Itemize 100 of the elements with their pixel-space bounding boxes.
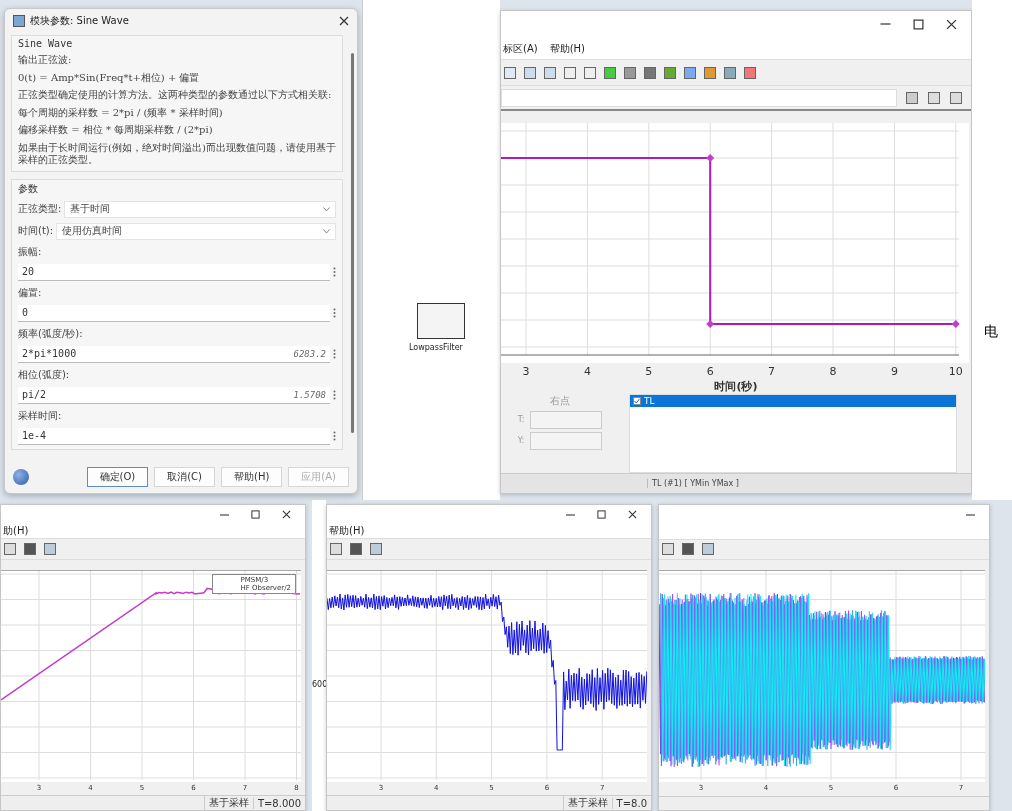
status-text: T=8.0 xyxy=(611,797,651,809)
description-text: 如果由于长时间运行(例如，绝对时间溢出)而出现数值问题，请使用基于采样的正弦类型。 xyxy=(18,141,336,167)
toolbar-icon[interactable] xyxy=(623,65,637,80)
menu-item[interactable]: 助(H) xyxy=(3,524,29,539)
field-label: 偏置: xyxy=(18,285,43,300)
input-field[interactable] xyxy=(530,410,603,429)
input-field[interactable]: 1e-4 xyxy=(18,427,330,445)
toolbar-icon[interactable] xyxy=(603,65,617,80)
dropdown[interactable]: 使用仿真时间 xyxy=(56,222,336,240)
close-icon[interactable] xyxy=(946,19,957,30)
close-icon[interactable] xyxy=(628,510,637,520)
close-icon[interactable] xyxy=(339,16,349,26)
toolbar-icon[interactable] xyxy=(743,65,757,80)
more-icon[interactable] xyxy=(333,431,336,441)
axis-label: 时间(秒) xyxy=(714,378,758,394)
status-text: 基于采样 xyxy=(562,796,612,810)
toolbar-icon[interactable] xyxy=(369,542,383,557)
dialog-title: 模块参数: Sine Wave xyxy=(30,14,130,28)
checkbox-icon[interactable] xyxy=(633,396,641,405)
status-text: TL (#1) [ YMin YMax ] xyxy=(647,478,739,488)
status-text: 基于采样 xyxy=(203,796,253,810)
dialog-button[interactable]: 取消(C) xyxy=(154,467,215,487)
field-label: 相位(弧度): xyxy=(18,367,71,382)
toolbar-icon[interactable] xyxy=(701,542,715,557)
more-icon[interactable] xyxy=(333,349,336,359)
chevron-down-icon[interactable] xyxy=(323,228,330,234)
chevron-down-icon[interactable] xyxy=(323,206,330,212)
description-text: 偏移采样数 = 相位 * 每周期采样数 / (2*pi) xyxy=(18,124,214,137)
description-text: 每个周期的采样数 = 2*pi / (频率 * 采样时间) xyxy=(18,106,224,119)
dialog-button[interactable]: 帮助(H) xyxy=(221,467,283,487)
dropdown-field[interactable] xyxy=(501,88,897,107)
help-icon[interactable] xyxy=(13,469,29,485)
more-icon[interactable] xyxy=(333,267,336,277)
toolbar-icon[interactable] xyxy=(723,65,737,80)
toolbar-icon[interactable] xyxy=(43,542,57,557)
field-label: 振幅: xyxy=(18,244,43,259)
toolbar-icon[interactable] xyxy=(683,65,697,80)
toolbar-icon[interactable] xyxy=(927,90,941,105)
toolbar-icon[interactable] xyxy=(523,65,537,80)
block-icon xyxy=(13,15,25,27)
toolbar-icon[interactable] xyxy=(703,65,717,80)
more-icon[interactable] xyxy=(333,390,336,400)
maximize-icon[interactable] xyxy=(251,510,260,520)
signal-label: TL xyxy=(644,395,655,406)
toolbar-icon[interactable] xyxy=(543,65,557,80)
filter-block[interactable] xyxy=(417,303,465,339)
status-text: T=8.000 xyxy=(252,797,305,809)
menu-item[interactable]: 帮助(H) xyxy=(329,524,365,539)
field-label: 正弦类型: xyxy=(18,202,62,216)
axis-tick-label: 6 xyxy=(706,365,714,379)
toolbar-icon[interactable] xyxy=(3,542,17,557)
maximize-icon[interactable] xyxy=(913,19,924,30)
toolbar-icon[interactable] xyxy=(329,542,343,557)
toolbar-icon[interactable] xyxy=(23,542,37,557)
input-field[interactable]: pi/2 1.5708 xyxy=(18,386,330,404)
input-field[interactable]: 0 xyxy=(18,304,330,322)
axis-tick-label: 5 xyxy=(645,365,653,379)
axis-tick-label: 4 xyxy=(583,365,591,379)
axis-tick-label: 3 xyxy=(522,365,530,379)
input-field[interactable]: 20 xyxy=(18,263,330,281)
input-field[interactable]: 2*pi*1000 6283.2 xyxy=(18,345,330,363)
minimize-icon[interactable] xyxy=(966,513,975,516)
group-title: 参数 xyxy=(18,181,39,196)
menu-item[interactable]: 帮助(H) xyxy=(549,41,585,56)
canvas-text: 电 xyxy=(984,323,998,341)
block-label: LowpassFilter xyxy=(409,343,463,352)
toolbar-icon[interactable] xyxy=(661,542,675,557)
dropdown[interactable]: 基于时间 xyxy=(64,200,336,218)
group-title: Sine Wave xyxy=(18,38,74,49)
description-text: 正弦类型确定使用的计算方法。这两种类型的参数通过以下方式相关联: xyxy=(18,89,333,102)
minimize-icon[interactable] xyxy=(880,23,891,26)
scrollbar[interactable] xyxy=(351,53,354,433)
more-icon[interactable] xyxy=(333,308,336,318)
close-icon[interactable] xyxy=(282,510,291,520)
description-text: 输出正弦波: xyxy=(18,54,73,67)
field-label: Y: xyxy=(517,436,525,446)
axis-tick-label: 7 xyxy=(768,365,776,379)
toolbar-icon[interactable] xyxy=(681,542,695,557)
field-label: T: xyxy=(517,415,525,425)
toolbar-icon[interactable] xyxy=(563,65,577,80)
input-field[interactable] xyxy=(530,431,603,450)
minimize-icon[interactable] xyxy=(566,513,575,516)
toolbar-icon[interactable] xyxy=(643,65,657,80)
toolbar-icon[interactable] xyxy=(349,542,363,557)
dialog-button[interactable]: 确定(O) xyxy=(86,467,149,487)
minimize-icon[interactable] xyxy=(220,513,229,516)
menu-item[interactable]: 标区(A) xyxy=(503,41,538,56)
cursor-heading: 右点 xyxy=(550,393,570,408)
toolbar-icon[interactable] xyxy=(949,90,963,105)
field-label: 时间(t): xyxy=(18,224,54,238)
axis-tick-label: 10 xyxy=(948,365,963,379)
toolbar-icon[interactable] xyxy=(503,65,517,80)
toolbar-icon[interactable] xyxy=(583,65,597,80)
maximize-icon[interactable] xyxy=(597,510,606,520)
field-label: 采样时间: xyxy=(18,408,63,423)
field-label: 频率(弧度/秒): xyxy=(18,326,84,341)
signal-item[interactable]: TL xyxy=(630,394,956,407)
axis-tick-label: 9 xyxy=(890,365,898,379)
description-text: 0(t) = Amp*Sin(Freq*t+相位) + 偏置 xyxy=(18,71,201,84)
toolbar-icon[interactable] xyxy=(663,65,677,80)
